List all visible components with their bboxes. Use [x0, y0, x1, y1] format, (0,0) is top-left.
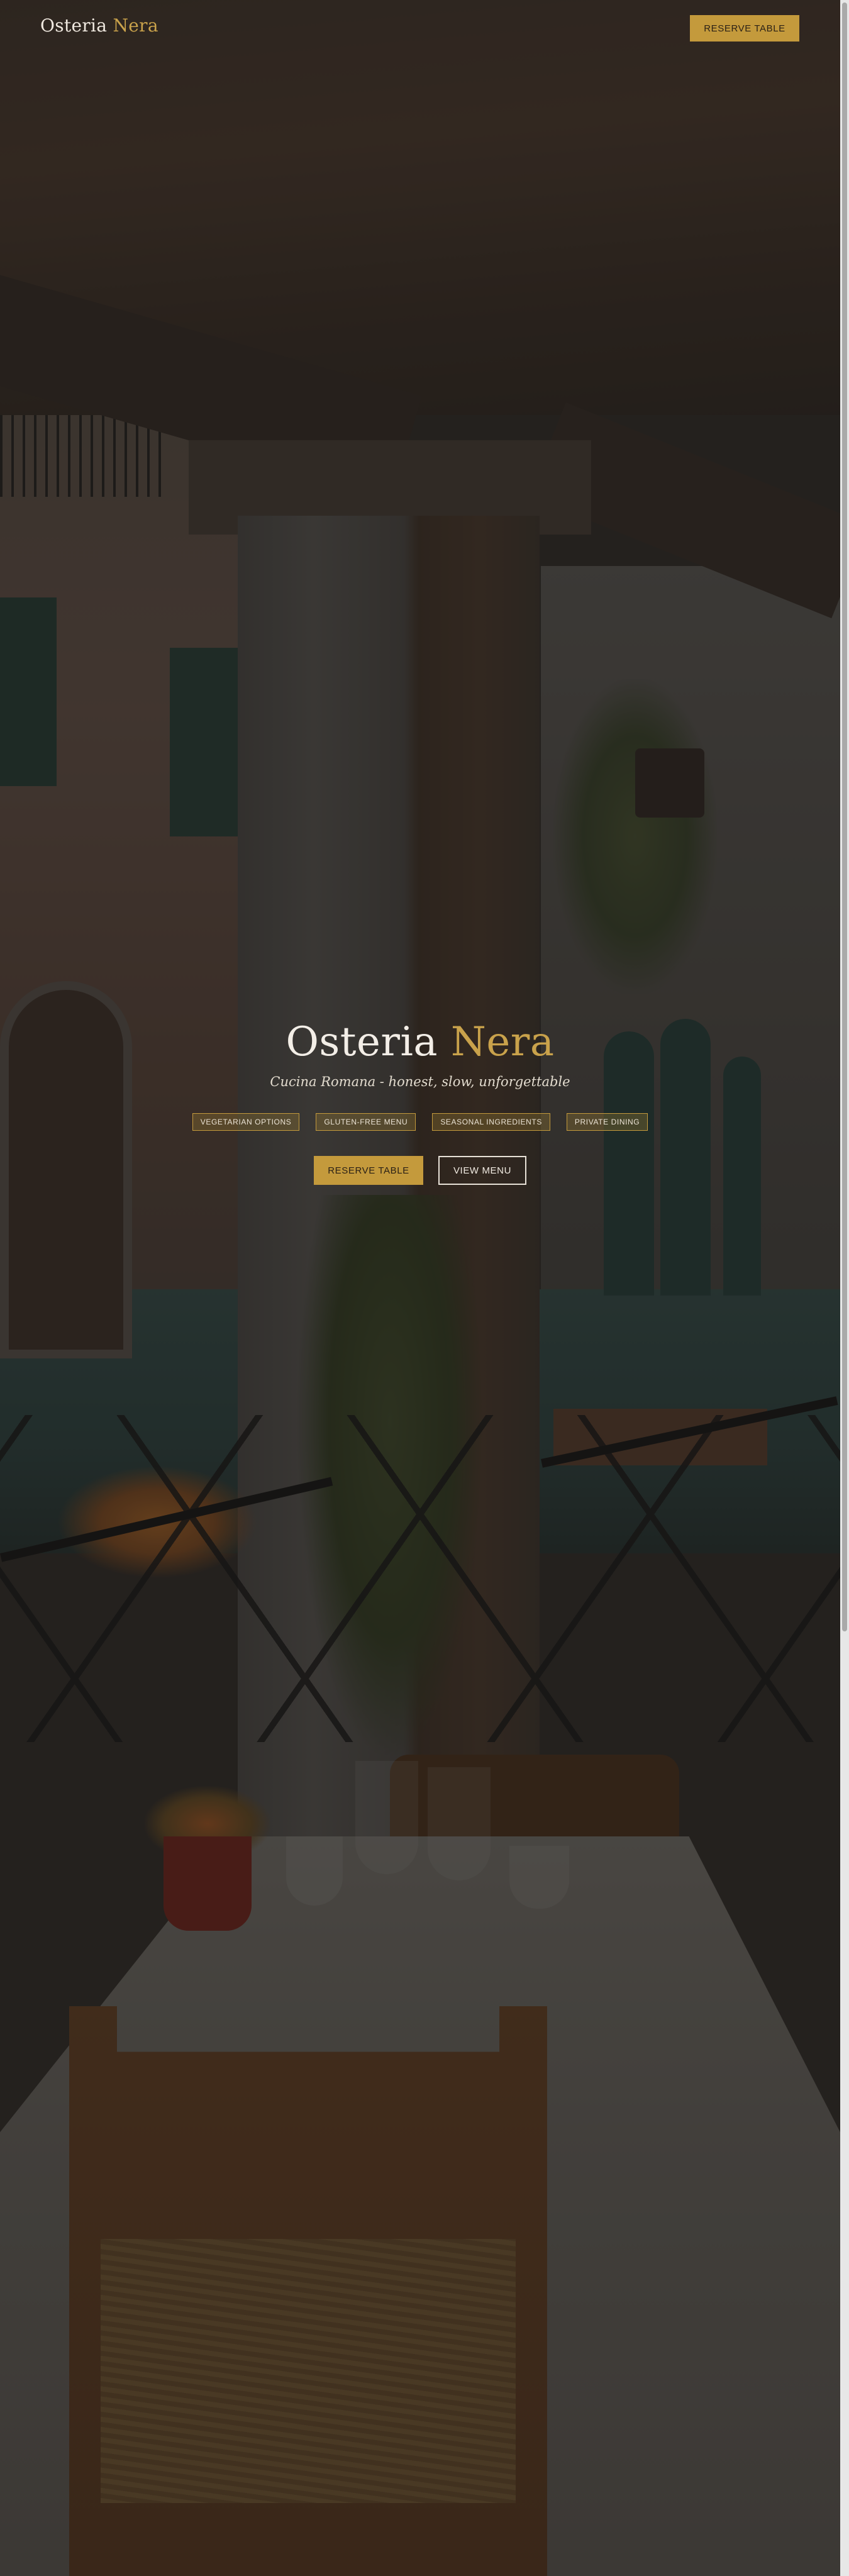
tag-vegetarian-options: VEGETARIAN OPTIONS — [192, 1113, 300, 1131]
site-logo[interactable]: Osteria Nera — [40, 15, 158, 36]
logo-primary-text: Osteria — [40, 15, 108, 36]
site-header: Osteria Nera RESERVE TABLE — [0, 0, 840, 57]
hero-title-primary: Osteria — [286, 1019, 438, 1065]
hero-subtitle: Cucina Romana - honest, slow, unforgetta… — [270, 1074, 570, 1089]
dark-overlay — [0, 0, 840, 2576]
logo-accent-text: Nera — [113, 15, 158, 36]
hero-title: Osteria Nera — [0, 1019, 840, 1065]
tag-gluten-free-menu: GLUTEN-FREE MENU — [316, 1113, 416, 1131]
header-reserve-button[interactable]: RESERVE TABLE — [690, 15, 799, 42]
reserve-table-button[interactable]: RESERVE TABLE — [314, 1156, 423, 1185]
tag-seasonal-ingredients: SEASONAL INGREDIENTS — [432, 1113, 550, 1131]
view-menu-button[interactable]: VIEW MENU — [438, 1156, 526, 1185]
hero-cta-group: RESERVE TABLE VIEW MENU — [0, 1156, 840, 1185]
feature-tags: VEGETARIAN OPTIONS GLUTEN-FREE MENU SEAS… — [0, 1113, 840, 1131]
hero-title-accent: Nera — [450, 1019, 555, 1065]
hero-section: Osteria Nera Cucina Romana - honest, slo… — [0, 1019, 840, 1185]
scrollbar-thumb[interactable] — [842, 3, 847, 1631]
tag-private-dining: PRIVATE DINING — [566, 1113, 648, 1131]
page-scrollbar[interactable] — [840, 0, 849, 2576]
hero-background-image — [0, 0, 840, 2576]
